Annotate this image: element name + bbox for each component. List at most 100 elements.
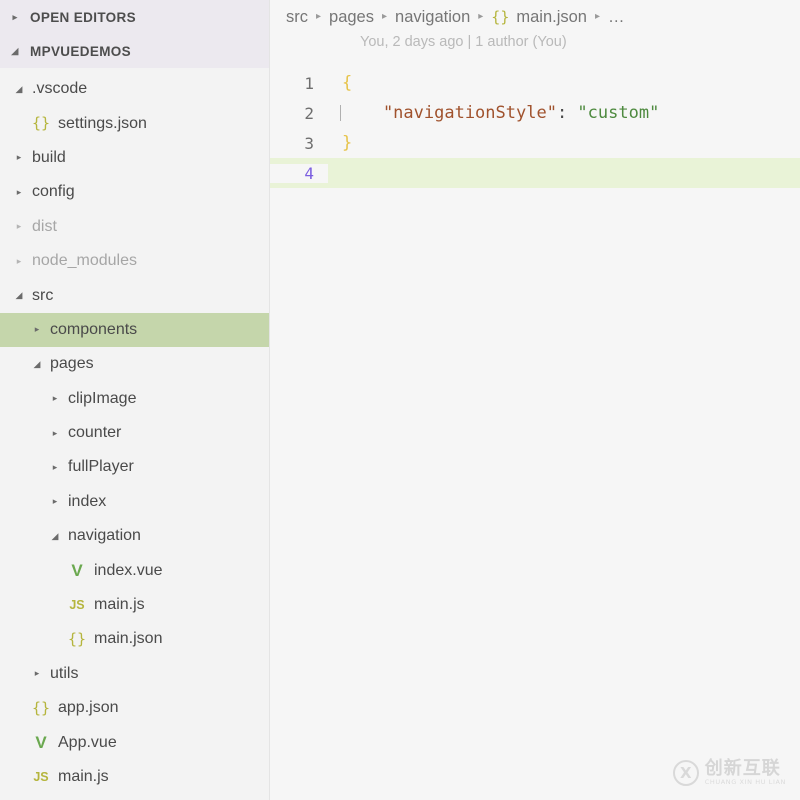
tree-row[interactable]: {} settings.json (0, 106, 269, 140)
code-line-text: } (328, 133, 800, 153)
section-open-editors-label: OPEN EDITORS (30, 9, 136, 25)
code-editor[interactable]: 1{2 "navigationStyle": "custom" 3} 4 (270, 68, 800, 188)
chevron-right-icon[interactable]: ▸ (48, 462, 62, 472)
tree-row[interactable]: ▸ clipImage (0, 382, 269, 416)
tree-row[interactable]: ◢ .vscode (0, 72, 269, 106)
code-line-text: "navigationStyle": "custom" (328, 103, 800, 123)
json-file-icon: {} (491, 8, 510, 26)
tree-row[interactable]: {} app.json (0, 691, 269, 725)
tree-row-label: src (32, 286, 54, 304)
line-number: 2 (304, 103, 314, 123)
chevron-right-icon[interactable]: ▸ (30, 325, 44, 334)
tree-row[interactable]: ▸ fullPlayer (0, 450, 269, 484)
js-file-icon: JS (33, 769, 49, 784)
tree-row-label: navigation (68, 527, 141, 545)
breadcrumb-item[interactable]: … (608, 8, 625, 27)
tree-row-label: clipImage (68, 389, 137, 407)
tree-row-label: dist (32, 217, 57, 235)
chevron-down-icon[interactable]: ◢ (8, 46, 22, 56)
section-open-editors[interactable]: ▸ OPEN EDITORS (0, 0, 269, 34)
breadcrumb-separator-icon: ▸ (382, 10, 388, 22)
editor-pane: src ▸ pages ▸ navigation ▸ {} main.json ▸ … You, … (270, 0, 800, 800)
explorer-sidebar: ▸ OPEN EDITORS ◢ MPVUEDEMOS ◢ .vscode {} se… (0, 0, 270, 800)
code-line[interactable]: 3} (270, 128, 800, 158)
tree-row[interactable]: V App.vue (0, 725, 269, 759)
tree-row-label: index (68, 492, 107, 510)
tree-row-label: build (32, 148, 66, 166)
js-file-icon: JS (69, 597, 85, 612)
chevron-right-icon[interactable]: ▸ (48, 394, 62, 403)
tree-row[interactable]: JS main.js (0, 760, 269, 794)
tree-row[interactable]: ▸ utils (0, 657, 269, 691)
chevron-right-icon[interactable]: ▸ (8, 12, 22, 22)
breadcrumb[interactable]: src ▸ pages ▸ navigation ▸{} main.json ▸… (270, 0, 800, 34)
chevron-right-icon[interactable]: ▸ (12, 153, 26, 162)
tree-row-label: .vscode (32, 80, 88, 98)
code-token-brace: } (342, 133, 353, 153)
chevron-down-icon[interactable]: ◢ (30, 359, 44, 369)
breadcrumb-item[interactable]: main.json (516, 8, 587, 27)
watermark-mark-icon: X (672, 760, 699, 786)
code-line[interactable]: 2 "navigationStyle": "custom" (270, 98, 800, 128)
tree-row[interactable]: ▸ counter (0, 416, 269, 450)
tree-row[interactable]: ▸ dist (0, 210, 269, 244)
section-project-root[interactable]: ◢ MPVUEDEMOS (0, 34, 269, 68)
chevron-down-icon[interactable]: ◢ (12, 291, 26, 300)
json-file-icon: {} (31, 114, 51, 133)
tree-row-label: config (32, 183, 75, 201)
breadcrumb-separator-icon: ▸ (478, 10, 484, 22)
tree-row-label: pages (50, 355, 94, 373)
tree-row-label: main.js (94, 596, 145, 614)
code-token-key: "navigationStyle" (342, 103, 557, 123)
vue-file-icon: V (35, 733, 47, 753)
tree-row-label: main.js (58, 768, 109, 785)
tree-row-label: main.json (94, 630, 163, 648)
chevron-right-icon[interactable]: ▸ (12, 256, 26, 266)
tree-row[interactable]: ▸ components (0, 312, 269, 348)
code-line[interactable]: 1{ (270, 68, 800, 98)
tree-row-label: node_modules (32, 252, 137, 270)
tree-row[interactable]: JS main.js (0, 588, 269, 622)
tree-row[interactable]: Vindex.vue (0, 553, 269, 587)
tree-row[interactable]: ◢ src (0, 278, 269, 312)
tree-row[interactable]: {} main.json (0, 622, 269, 656)
chevron-right-icon[interactable]: ▸ (48, 428, 62, 438)
tree-row[interactable]: ◢ pages (0, 347, 269, 381)
watermark-pinyin-text: CHUANG XIN HU LIAN (704, 778, 786, 787)
tree-row-label: App.vue (58, 733, 117, 751)
tree-row[interactable]: ▸ node_modules (0, 244, 269, 278)
chevron-right-icon[interactable]: ▸ (12, 222, 26, 231)
tree-row-label: index.vue (94, 561, 163, 579)
tree-row-label: fullPlayer (68, 458, 134, 476)
indent-guide (340, 105, 341, 121)
chevron-down-icon[interactable]: ◢ (48, 531, 62, 541)
chevron-right-icon[interactable]: ▸ (30, 669, 44, 678)
git-blame-annotation: You, 2 days ago | 1 author (You) (360, 34, 567, 50)
chevron-right-icon[interactable]: ▸ (48, 497, 62, 506)
tree-row-label: app.json (58, 699, 119, 717)
tree-row-label: components (50, 320, 138, 338)
vue-file-icon: V (71, 561, 83, 581)
tree-row[interactable]: ▸ build (0, 141, 269, 175)
tree-row-label: utils (50, 664, 79, 682)
breadcrumb-item[interactable]: navigation (395, 8, 470, 27)
code-line-text: { (328, 73, 800, 93)
tree-row-label: counter (68, 424, 122, 442)
tree-row[interactable]: ▸ config (0, 175, 269, 209)
tree-row[interactable]: ▸ index (0, 485, 269, 519)
code-line-active[interactable]: 4 (270, 158, 800, 188)
code-token-colon: : (556, 103, 578, 123)
breadcrumb-item[interactable]: src (286, 8, 308, 27)
chevron-right-icon[interactable]: ▸ (12, 187, 26, 197)
file-tree: ◢ .vscode {} settings.json ▸ build ▸ config ▸ dis… (0, 68, 269, 794)
tree-row[interactable]: ◢ navigation (0, 519, 269, 553)
watermark-logo: X 创新互联 CHUANG XIN HU LIAN (672, 759, 786, 787)
breadcrumb-item[interactable]: pages (329, 8, 374, 27)
breadcrumb-separator-icon: ▸ (316, 10, 322, 22)
line-number: 3 (304, 133, 314, 153)
line-number: 1 (304, 73, 314, 93)
vscode-window: ▸ OPEN EDITORS ◢ MPVUEDEMOS ◢ .vscode {} se… (0, 0, 800, 800)
code-token-brace: { (342, 73, 353, 93)
line-number: 4 (270, 163, 328, 183)
chevron-down-icon[interactable]: ◢ (12, 84, 26, 94)
